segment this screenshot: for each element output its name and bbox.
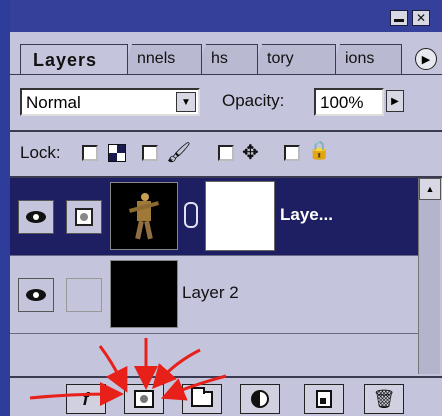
eye-icon[interactable]	[18, 278, 54, 312]
layer-thumbnail[interactable]	[110, 182, 178, 250]
tab-history-label: tory	[267, 50, 294, 67]
palette-bottom-bar: 𝒇 🗑	[10, 376, 442, 416]
tab-paths[interactable]: hs	[196, 44, 258, 74]
layer-row-2[interactable]: Layer 2	[10, 256, 418, 334]
layer-mask-icon	[134, 390, 154, 408]
new-set-button[interactable]	[182, 384, 222, 414]
layer-mask-indicator-icon[interactable]	[66, 200, 102, 234]
delete-layer-button[interactable]: 🗑	[364, 384, 404, 414]
brush-icon: 🖌	[166, 142, 192, 164]
transparency-icon	[108, 144, 126, 162]
link-indicator-empty[interactable]	[66, 278, 102, 312]
new-fill-adjustment-button[interactable]	[240, 384, 280, 414]
blend-row: Normal ▼ Opacity: 100% ▶	[20, 88, 440, 118]
opacity-label: Opacity:	[222, 91, 285, 110]
layer-row-1[interactable]: Laye...	[10, 178, 418, 256]
add-layer-mask-button[interactable]	[124, 384, 164, 414]
layer-mask-thumbnail[interactable]	[205, 181, 275, 251]
new-layer-icon	[316, 390, 332, 408]
layers-list: Laye... Layer 2	[10, 178, 418, 374]
tab-actions-label: ions	[345, 50, 375, 67]
opacity-value: 100%	[320, 93, 364, 112]
divider	[10, 130, 442, 132]
tab-divider	[10, 74, 442, 75]
tab-channels-label: nnels	[137, 50, 176, 67]
tab-paths-label: hs	[211, 50, 228, 67]
figure-image	[128, 193, 160, 240]
lock-transparency-checkbox[interactable]	[82, 145, 98, 161]
tab-actions[interactable]: ions	[330, 44, 402, 74]
move-icon: ✥	[242, 142, 259, 164]
lock-icon: 🔒	[308, 140, 331, 160]
lock-label: Lock:	[20, 143, 61, 162]
scroll-up-arrow-icon[interactable]: ▲	[419, 178, 441, 200]
lock-position-checkbox[interactable]	[218, 145, 234, 161]
lock-image-checkbox[interactable]	[142, 145, 158, 161]
close-button[interactable]: ✕	[412, 10, 430, 26]
folder-icon	[191, 387, 213, 407]
chain-link-icon[interactable]	[184, 202, 198, 228]
palette-tab-row: ions tory hs nnels Layers ▶	[10, 32, 442, 76]
eye-icon[interactable]	[18, 200, 54, 234]
new-layer-button[interactable]	[304, 384, 344, 414]
layer-name: Laye...	[280, 205, 333, 224]
lock-row: Lock: 🖌 ✥ 🔒	[20, 140, 440, 170]
layer-name: Layer 2	[182, 283, 239, 302]
blend-mode-select[interactable]: Normal ▼	[20, 88, 200, 116]
tab-layers[interactable]: Layers	[20, 44, 128, 74]
tab-channels[interactable]: nnels	[122, 44, 202, 74]
opacity-field[interactable]: 100%	[314, 88, 384, 116]
layer-style-icon: 𝒇	[82, 388, 90, 409]
adjustment-layer-icon	[251, 390, 269, 408]
opacity-slider-arrow-icon[interactable]: ▶	[386, 90, 404, 112]
minimize-button[interactable]	[390, 10, 408, 26]
tab-layers-label: Layers	[33, 50, 98, 70]
layers-scrollbar[interactable]: ▲	[418, 178, 441, 374]
trash-icon: 🗑	[372, 388, 396, 409]
layer-thumbnail[interactable]	[110, 260, 178, 328]
layer-style-button[interactable]: 𝒇	[66, 384, 106, 414]
blend-mode-value: Normal	[26, 93, 81, 112]
dropdown-arrow-icon[interactable]: ▼	[176, 92, 196, 112]
lock-all-checkbox[interactable]	[284, 145, 300, 161]
panel-menu-arrow-icon[interactable]: ▶	[415, 48, 437, 70]
palette-title-bar[interactable]: ✕	[10, 0, 442, 32]
tab-history[interactable]: tory	[252, 44, 336, 74]
